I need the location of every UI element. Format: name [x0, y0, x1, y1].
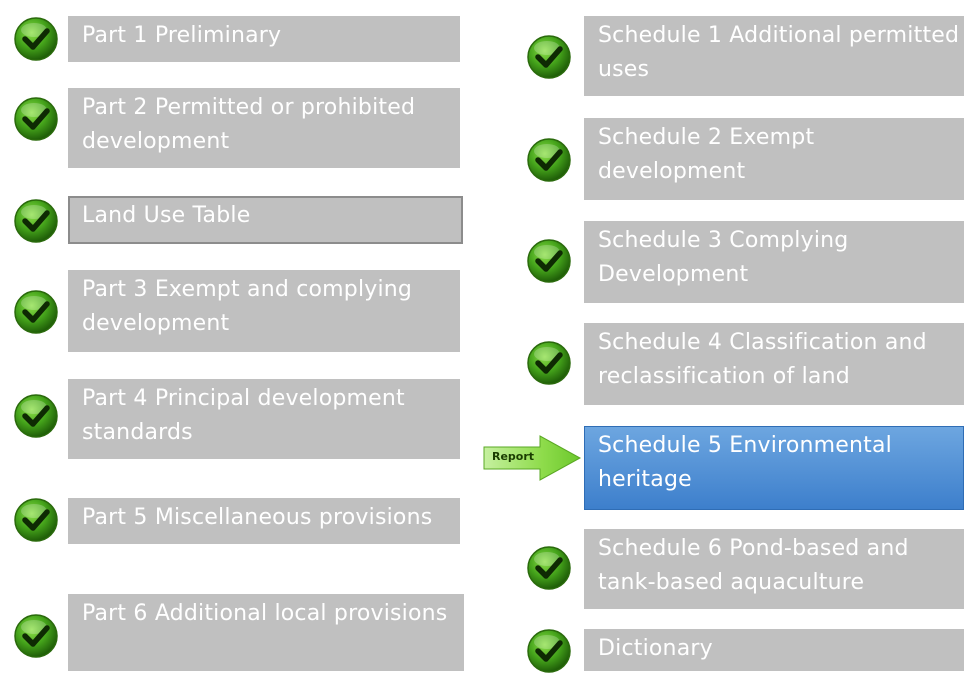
item-part-2[interactable]: Part 2 Permitted or prohibited developme…	[68, 88, 460, 168]
checkmark-icon	[526, 545, 572, 591]
item-dictionary[interactable]: Dictionary	[584, 629, 964, 671]
checkmark-icon	[526, 34, 572, 80]
checkmark-icon	[13, 497, 59, 543]
item-part-5[interactable]: Part 5 Miscellaneous provisions	[68, 498, 460, 544]
item-schedule-4[interactable]: Schedule 4 Classification and reclassifi…	[584, 323, 964, 405]
checkmark-icon	[13, 198, 59, 244]
current-marker-label: Report	[492, 450, 535, 463]
item-part-6[interactable]: Part 6 Additional local provisions	[68, 594, 464, 671]
checkmark-icon	[13, 613, 59, 659]
checkmark-icon	[13, 393, 59, 439]
item-part-4[interactable]: Part 4 Principal development standards	[68, 379, 460, 459]
checkmark-icon	[526, 628, 572, 674]
checkmark-icon	[526, 238, 572, 284]
item-land-use-table[interactable]: Land Use Table	[68, 196, 463, 244]
checkmark-icon	[526, 340, 572, 386]
item-schedule-2[interactable]: Schedule 2 Exempt development	[584, 118, 964, 200]
item-schedule-6[interactable]: Schedule 6 Pond-based and tank-based aqu…	[584, 529, 964, 609]
checkmark-icon	[13, 96, 59, 142]
item-part-1[interactable]: Part 1 Preliminary	[68, 16, 460, 62]
item-part-3[interactable]: Part 3 Exempt and complying development	[68, 270, 460, 352]
item-schedule-1[interactable]: Schedule 1 Additional permitted uses	[584, 16, 964, 96]
item-schedule-5[interactable]: Schedule 5 Environmental heritage	[584, 426, 964, 510]
checkmark-icon	[13, 16, 59, 62]
checkmark-icon	[526, 137, 572, 183]
item-schedule-3[interactable]: Schedule 3 Complying Development	[584, 221, 964, 303]
checkmark-icon	[13, 289, 59, 335]
